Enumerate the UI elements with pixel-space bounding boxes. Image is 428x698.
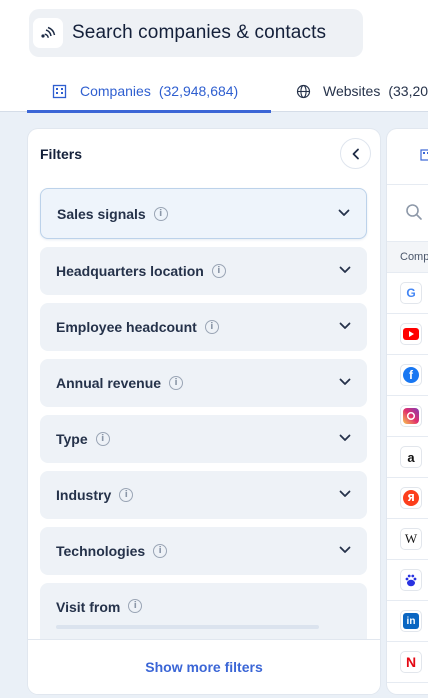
filter-label: Annual revenue <box>56 375 162 391</box>
table-row[interactable]: f <box>387 355 428 396</box>
filter-label: Type <box>56 431 88 447</box>
info-icon[interactable]: i <box>119 488 134 502</box>
yandex-logo: Я <box>400 487 422 509</box>
info-icon[interactable]: i <box>169 376 184 390</box>
show-more-filters-label: Show more filters <box>145 659 263 675</box>
filter-label: Sales signals <box>57 205 146 222</box>
chevron-down-icon <box>339 322 351 329</box>
tab-bar: Companies (32,948,684) Websites (33,20 <box>0 70 428 113</box>
tab-companies[interactable]: Companies (32,948,684) <box>27 70 271 113</box>
table-row[interactable]: a <box>387 437 428 478</box>
table-row[interactable]: G <box>387 273 428 314</box>
google-logo-glyph: G <box>406 286 416 300</box>
info-icon[interactable]: i <box>211 264 226 278</box>
table-row[interactable] <box>387 314 428 355</box>
youtube-logo <box>400 323 422 345</box>
linkedin-logo: in <box>400 610 422 632</box>
info-icon[interactable]: i <box>153 206 168 221</box>
voice-search-icon[interactable] <box>33 18 63 48</box>
info-icon[interactable]: i <box>128 599 143 613</box>
filter-label: Technologies <box>56 543 146 559</box>
tab-companies-count: (32,948,684) <box>158 83 239 99</box>
filter-annual-revenue[interactable]: Annual revenue i <box>40 359 367 407</box>
netflix-logo-glyph: N <box>405 654 417 670</box>
chevron-down-icon <box>339 378 351 385</box>
info-icon[interactable]: i <box>204 320 219 334</box>
facebook-logo-glyph: f <box>409 368 413 382</box>
facebook-logo: f <box>400 364 422 386</box>
filter-label: Employee headcount <box>56 319 197 335</box>
tab-websites[interactable]: Websites (33,20 <box>296 70 428 112</box>
table-row[interactable]: Я <box>387 478 428 519</box>
visit-from-slider[interactable] <box>56 625 319 629</box>
wikipedia-logo: W <box>400 528 422 550</box>
filter-headquarters-location[interactable]: Headquarters location i <box>40 247 367 295</box>
active-tab-indicator <box>27 110 271 113</box>
chevron-down-icon <box>339 490 351 497</box>
filter-employee-headcount[interactable]: Employee headcount i <box>40 303 367 351</box>
amazon-logo: a <box>400 446 422 468</box>
info-icon[interactable]: i <box>95 432 110 446</box>
chevron-down-icon <box>339 546 351 553</box>
instagram-logo <box>400 405 422 427</box>
filters-title: Filters <box>40 146 83 162</box>
tab-websites-count: (33,20 <box>388 83 428 99</box>
company-column-header[interactable]: Comp <box>387 241 428 273</box>
tab-websites-label: Websites <box>323 83 381 99</box>
chevron-down-icon <box>338 209 350 216</box>
chevron-left-icon <box>352 148 359 159</box>
table-row[interactable] <box>387 396 428 437</box>
filter-industry[interactable]: Industry i <box>40 471 367 519</box>
baidu-logo <box>400 569 422 591</box>
tab-companies-label: Companies <box>80 83 151 99</box>
netflix-logo: N <box>400 651 422 673</box>
results-header <box>387 129 428 185</box>
filter-type[interactable]: Type i <box>40 415 367 463</box>
building-icon <box>52 84 67 98</box>
table-row[interactable]: in <box>387 601 428 642</box>
chevron-down-icon <box>339 434 351 441</box>
table-row[interactable]: W <box>387 519 428 560</box>
collapse-filters-button[interactable] <box>340 138 371 169</box>
top-bar: Search companies & contacts Companies (3… <box>0 0 428 113</box>
filter-sales-signals[interactable]: Sales signals i <box>40 188 367 239</box>
amazon-logo-glyph: a <box>407 449 415 465</box>
filter-technologies[interactable]: Technologies i <box>40 527 367 575</box>
linkedin-logo-glyph: in <box>406 615 416 627</box>
wikipedia-logo-glyph: W <box>404 531 418 546</box>
table-row[interactable] <box>387 560 428 601</box>
show-more-filters-button[interactable]: Show more filters <box>28 639 380 694</box>
filters-panel: Filters Sales signals i Headquarters loc… <box>28 129 380 694</box>
chevron-down-icon <box>339 266 351 273</box>
results-panel: Comp G f a Я W in N <box>387 129 428 694</box>
table-row[interactable]: N <box>387 642 428 683</box>
google-logo: G <box>400 282 422 304</box>
filter-label: Visit from <box>56 599 121 615</box>
info-icon[interactable]: i <box>153 544 168 558</box>
search-box[interactable]: Search companies & contacts <box>29 9 363 57</box>
search-label: Search companies & contacts <box>72 22 327 43</box>
filter-label: Industry <box>56 487 112 503</box>
globe-icon <box>296 84 311 98</box>
search-icon[interactable] <box>405 203 423 226</box>
yandex-logo-glyph: Я <box>407 492 415 504</box>
filter-label: Headquarters location <box>56 263 204 279</box>
building-icon <box>420 149 428 161</box>
